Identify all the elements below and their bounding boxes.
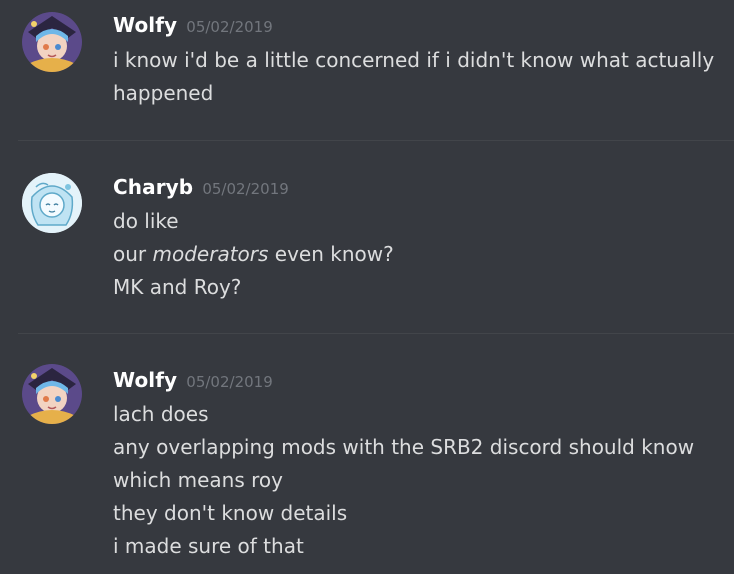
timestamp: 05/02/2019 — [202, 180, 289, 198]
message-line: any overlapping mods with the SRB2 disco… — [113, 435, 695, 459]
message-line: MK and Roy? — [113, 275, 242, 299]
wolfy-avatar-icon[interactable] — [22, 364, 82, 424]
timestamp: 05/02/2019 — [186, 373, 273, 391]
message-header: Wolfy 05/02/2019 — [113, 13, 273, 37]
timestamp: 05/02/2019 — [186, 18, 273, 36]
charyb-avatar-icon[interactable] — [22, 173, 82, 233]
message-content: i know i'd be a little concerned if i di… — [113, 44, 714, 110]
message-header: Wolfy 05/02/2019 — [113, 368, 273, 392]
message-content: do like our moderators even know? MK and… — [113, 205, 394, 304]
message-content: lach does any overlapping mods with the … — [113, 398, 694, 563]
italic-text: moderators — [152, 242, 269, 266]
message-line: i made sure of that — [113, 534, 304, 558]
wolfy-avatar-icon[interactable] — [22, 12, 82, 72]
username[interactable]: Wolfy — [113, 13, 177, 37]
message-line: lach does — [113, 402, 209, 426]
message-line: they don't know details — [113, 501, 348, 525]
message-line: which means roy — [113, 468, 283, 492]
message-group: Wolfy 05/02/2019 i know i'd be a little … — [0, 0, 734, 140]
message-group: Charyb 05/02/2019 do like our moderators… — [0, 141, 734, 333]
message-line: do like — [113, 209, 179, 233]
message-line: i know i'd be a little concerned if i di… — [113, 48, 715, 72]
username[interactable]: Wolfy — [113, 368, 177, 392]
message-text: our — [113, 242, 153, 266]
username[interactable]: Charyb — [113, 175, 193, 199]
message-line: our moderators even know? — [113, 238, 394, 271]
message-text: even know? — [268, 242, 394, 266]
message-header: Charyb 05/02/2019 — [113, 175, 289, 199]
message-group: Wolfy 05/02/2019 lach does any overlappi… — [0, 334, 734, 574]
message-line: happened — [113, 81, 214, 105]
